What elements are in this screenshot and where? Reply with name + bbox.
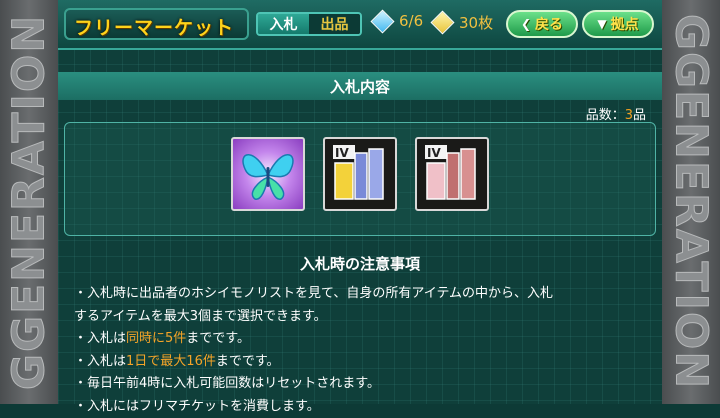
note-line-3: ・入札は同時に5件までです。	[74, 328, 654, 351]
section-title-bar: 入札内容	[58, 72, 662, 100]
back-button[interactable]: ❮ 戻る	[506, 10, 578, 38]
item-count-value: 3	[625, 108, 633, 123]
base-button-label: 拠点	[611, 14, 639, 34]
book-set-blue-item[interactable]: IV	[323, 137, 397, 211]
tab-listing[interactable]: 出品	[309, 14, 360, 34]
note-line-1: ・入札時に出品者のホシイモノリストを見て、自身の所有アイテムの中から、入札	[74, 283, 654, 306]
bid-items-box: IV IV	[64, 122, 656, 236]
header-bar: フリーマーケット 入札 出品 6/6 30枚 ❮ 戻る ▼ 拠点	[58, 0, 662, 50]
back-arrow-icon: ❮	[521, 17, 531, 31]
down-arrow-icon: ▼	[597, 17, 606, 31]
title-plate: フリーマーケット	[64, 8, 249, 40]
ggeneration-logo-left: GGENERATION	[4, 14, 55, 390]
tab-bid[interactable]: 入札	[258, 14, 309, 34]
book-set-red-item[interactable]: IV	[415, 137, 489, 211]
blue-diamond-icon	[370, 9, 394, 33]
right-side-panel: GGENERATION	[660, 0, 720, 404]
butterfly-item[interactable]	[231, 137, 305, 211]
notes-title: 入札時の注意事項	[58, 253, 662, 274]
ticket-counter: 30枚	[434, 12, 493, 33]
book-set-red-icon: IV	[417, 139, 487, 209]
page-title: フリーマーケット	[74, 13, 234, 40]
notes-list: ・入札時に出品者のホシイモノリストを見て、自身の所有アイテムの中から、入札 する…	[74, 283, 654, 418]
ticket-count-value: 30枚	[459, 12, 493, 33]
main-panel: フリーマーケット 入札 出品 6/6 30枚 ❮ 戻る ▼ 拠点 入札内容 品数…	[58, 0, 662, 404]
ggeneration-logo-right: GGENERATION	[666, 14, 717, 390]
note-line-6: ・入札にはフリマチケットを消費します。	[74, 396, 654, 418]
section-title: 入札内容	[330, 76, 390, 97]
note-line-2: するアイテムを最大3個まで選択できます。	[74, 306, 654, 329]
back-button-label: 戻る	[535, 14, 563, 34]
bid-count-value: 6/6	[399, 12, 423, 30]
book-set-blue-icon: IV	[325, 139, 395, 209]
item-count-label: 品数：	[586, 108, 625, 123]
item-count: 品数：3品	[586, 104, 646, 123]
left-side-panel: GGENERATION	[0, 0, 60, 404]
yellow-diamond-icon	[430, 10, 454, 34]
bid-counter: 6/6	[374, 12, 423, 30]
svg-text:IV: IV	[335, 146, 349, 160]
note-line-4: ・入札は1日で最大16件までです。	[74, 351, 654, 374]
item-count-unit: 品	[633, 108, 646, 123]
base-button[interactable]: ▼ 拠点	[582, 10, 654, 38]
mode-tabs: 入札 出品	[256, 12, 362, 36]
svg-text:IV: IV	[427, 146, 441, 160]
note-line-5: ・毎日午前4時に入札可能回数はリセットされます。	[74, 373, 654, 396]
butterfly-icon	[233, 139, 303, 209]
